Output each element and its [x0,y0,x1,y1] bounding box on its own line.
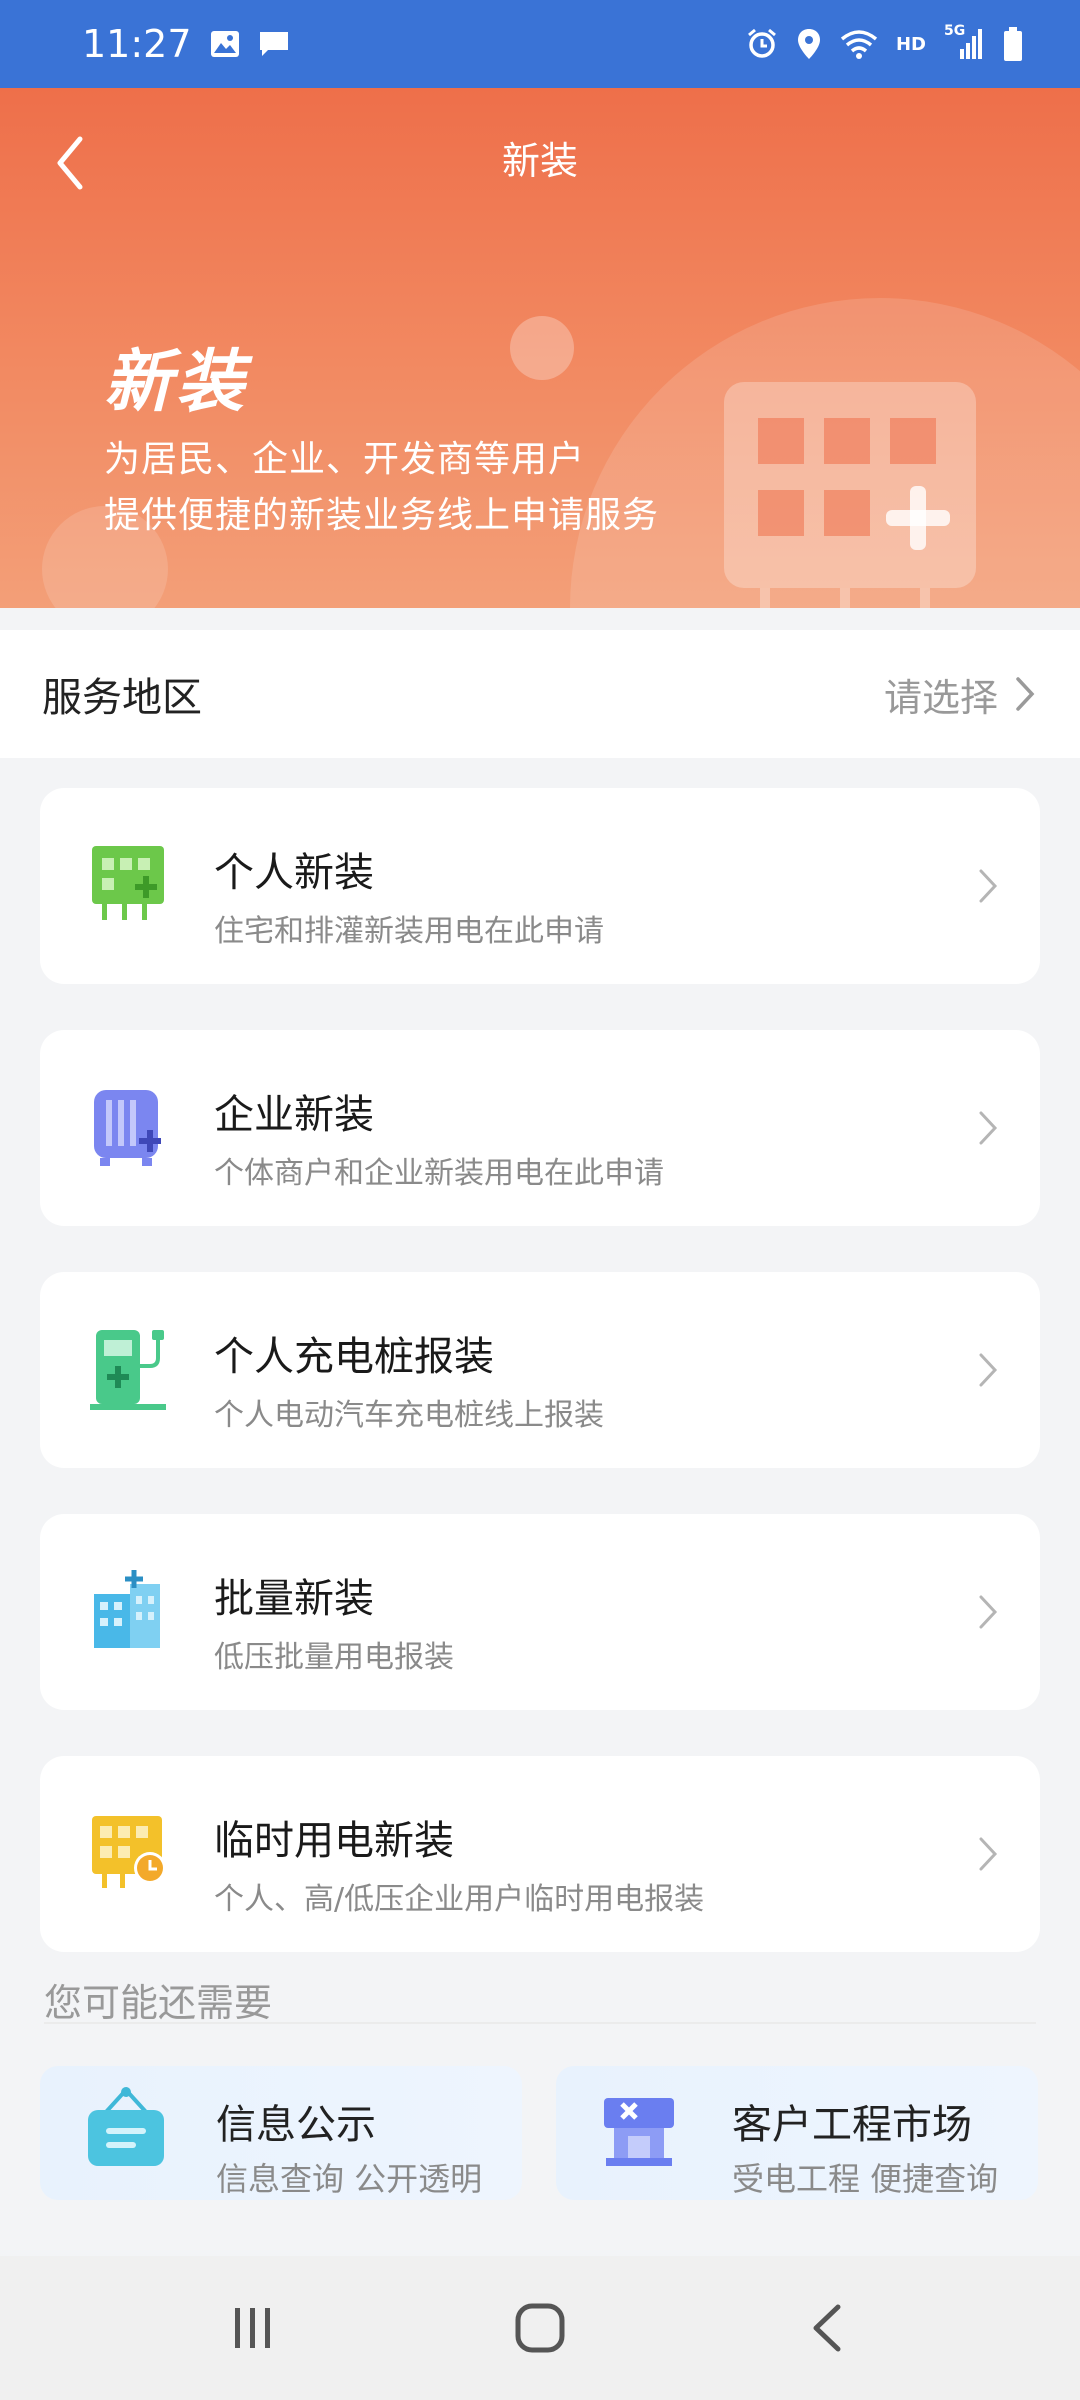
home-icon [515,2303,565,2353]
chevron-right-icon [979,869,998,903]
battery-icon [1002,26,1024,62]
service-desc: 个人、高/低压企业用户临时用电报装 [214,1882,705,1917]
service-desc: 低压批量用电报装 [214,1640,454,1675]
hero-subtitle-line2: 提供便捷的新装业务线上申请服务 [104,495,660,536]
service-region-label: 服务地区 [42,675,202,721]
recommend-desc: 受电工程 便捷查询 [732,2160,999,2198]
building-icon [88,1568,172,1656]
recommend-desc: 信息查询 公开透明 [216,2160,483,2198]
home-button[interactable] [480,2278,600,2378]
service-title: 个人新装 [214,850,374,896]
decor-circle [510,316,574,380]
image-icon [210,30,240,58]
meter-clock-icon [88,1810,172,1898]
service-region-value: 请选择 [883,675,998,720]
notice-board-icon [84,2086,168,2180]
signal-5g-icon: 5G [944,23,984,61]
recommend-info-disclosure[interactable]: 信息公示 信息查询 公开透明 [40,2066,522,2200]
service-card-batch[interactable]: 批量新装 低压批量用电报装 [40,1514,1040,1710]
meter-plus-icon [88,842,172,930]
hero-subtitle-line1: 为居民、企业、开发商等用户 [104,439,586,480]
chevron-right-icon [979,1595,998,1629]
system-nav-bar [0,2256,1080,2400]
transformer-plus-icon [88,1084,172,1172]
location-icon [796,28,822,60]
service-desc: 个人电动汽车充电桩线上报装 [214,1398,604,1433]
tools-icon [600,2086,684,2180]
service-title: 企业新装 [214,1092,374,1138]
page-title: 新装 [501,139,578,183]
service-desc: 住宅和排灌新装用电在此申请 [214,914,604,949]
chevron-right-icon [1016,677,1035,711]
message-icon [258,29,290,59]
hero-title: 新装 [104,343,249,422]
chevron-right-icon [979,1353,998,1387]
service-card-enterprise[interactable]: 企业新装 个体商户和企业新装用电在此申请 [40,1030,1040,1226]
chevron-right-icon [979,1111,998,1145]
back-nav-button[interactable] [767,2278,887,2378]
meter-plus-illustration-icon [720,378,980,608]
wifi-icon [840,29,878,59]
service-card-temporary[interactable]: 临时用电新装 个人、高/低压企业用户临时用电报装 [40,1756,1040,1952]
recommend-title: 客户工程市场 [732,2102,972,2148]
service-title: 临时用电新装 [214,1818,454,1864]
section-title: 您可能还需要 [44,1981,273,2025]
chevron-right-icon [979,1837,998,1871]
divider [44,2022,1036,2024]
back-icon [813,2304,841,2352]
alarm-icon [746,28,778,60]
service-desc: 个体商户和企业新装用电在此申请 [214,1156,664,1191]
service-title: 个人充电桩报装 [214,1334,494,1380]
recommend-title: 信息公示 [216,2102,376,2148]
hero-banner: 新装 新装 为居民、企业、开发商等用户 提供便捷的新装业务线上申请服务 [0,88,1080,608]
status-bar: 11:27 HD 5G [0,0,1080,88]
service-region-row[interactable]: 服务地区 请选择 [0,630,1080,758]
recents-button[interactable] [193,2278,313,2378]
service-title: 批量新装 [214,1576,374,1622]
service-region-select[interactable]: 请选择 [884,667,1036,722]
hd-icon: HD [895,33,926,55]
net-label: 5G [944,23,966,39]
recents-icon [235,2308,271,2348]
service-card-personal[interactable]: 个人新装 住宅和排灌新装用电在此申请 [40,788,1040,984]
service-card-charger[interactable]: 个人充电桩报装 个人电动汽车充电桩线上报装 [40,1272,1040,1468]
charger-icon [88,1326,172,1414]
recommend-customer-project-market[interactable]: 客户工程市场 受电工程 便捷查询 [556,2066,1038,2200]
status-time: 11:27 [82,22,192,66]
